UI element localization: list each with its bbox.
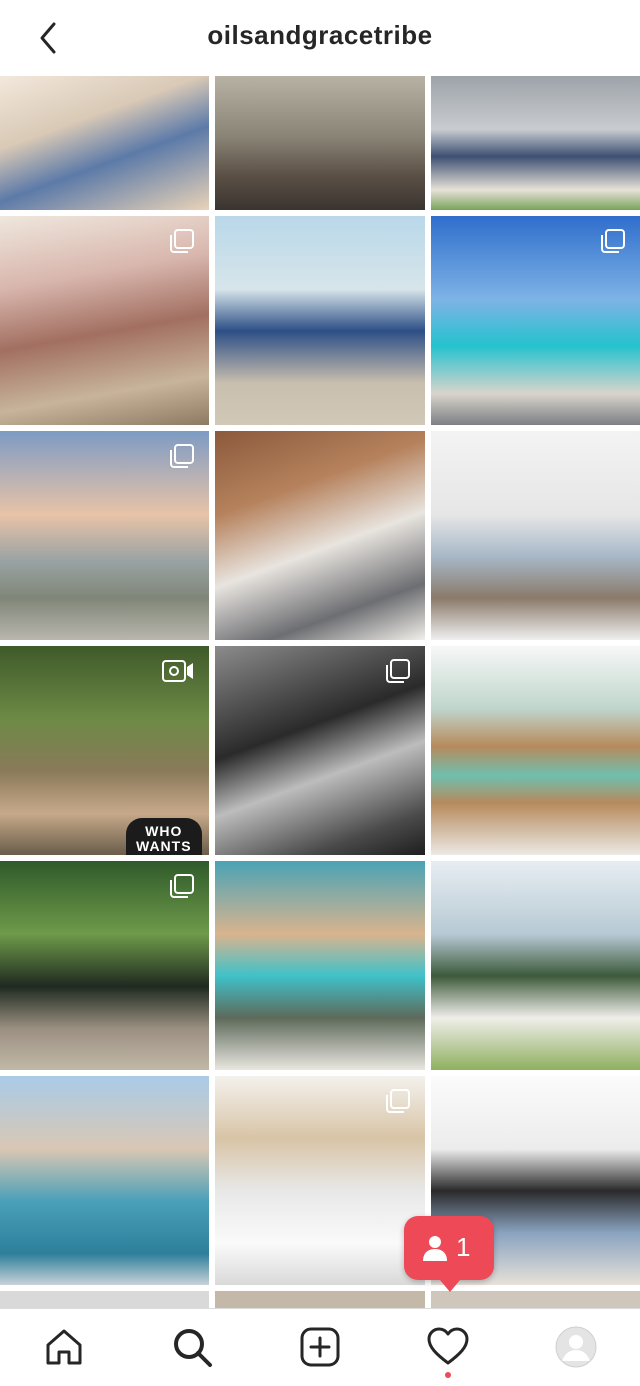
bottom-tab-bar <box>0 1308 640 1386</box>
post-tile[interactable] <box>0 216 209 425</box>
post-tile[interactable] <box>431 431 640 640</box>
profile-avatar[interactable] <box>554 1325 598 1369</box>
search-icon[interactable] <box>170 1325 214 1369</box>
post-tile[interactable] <box>215 861 425 1070</box>
person-icon <box>423 1236 447 1261</box>
post-tile[interactable] <box>431 861 640 1070</box>
post-tile[interactable] <box>431 216 640 425</box>
page-title: oilsandgracetribe <box>207 20 433 50</box>
carousel-icon <box>601 229 625 253</box>
activity-indicator-dot <box>445 1372 451 1378</box>
post-tile[interactable] <box>215 646 425 855</box>
carousel-icon <box>170 874 194 898</box>
post-tile[interactable] <box>0 1076 209 1285</box>
top-bar: oilsandgracetribe <box>0 0 640 76</box>
home-icon[interactable] <box>42 1325 86 1369</box>
post-tile[interactable] <box>215 1076 425 1285</box>
carousel-icon <box>170 444 194 468</box>
carousel-icon <box>170 229 194 253</box>
post-tile[interactable] <box>215 216 425 425</box>
post-tile[interactable] <box>0 76 209 210</box>
post-tile[interactable] <box>431 646 640 855</box>
post-caption-chip: WHO WANTS <box>126 818 202 855</box>
post-tile[interactable]: WHO WANTS <box>0 646 209 855</box>
activity-notification-bubble[interactable]: 1 <box>404 1216 494 1292</box>
notification-count: 1 <box>456 1232 471 1262</box>
post-tile[interactable] <box>215 76 425 210</box>
post-tile[interactable] <box>431 76 640 210</box>
post-tile[interactable] <box>0 861 209 1070</box>
post-grid: WHO WANTS <box>0 76 640 1308</box>
post-tile[interactable] <box>215 1291 425 1308</box>
carousel-icon <box>386 659 410 683</box>
post-tile[interactable] <box>0 431 209 640</box>
post-tile[interactable] <box>431 1291 640 1308</box>
post-tile[interactable] <box>0 1291 209 1308</box>
carousel-icon <box>386 1089 410 1113</box>
igtv-icon <box>162 660 193 682</box>
activity-heart-icon[interactable] <box>426 1325 470 1369</box>
new-post-icon[interactable] <box>298 1325 342 1369</box>
post-tile[interactable] <box>215 431 425 640</box>
